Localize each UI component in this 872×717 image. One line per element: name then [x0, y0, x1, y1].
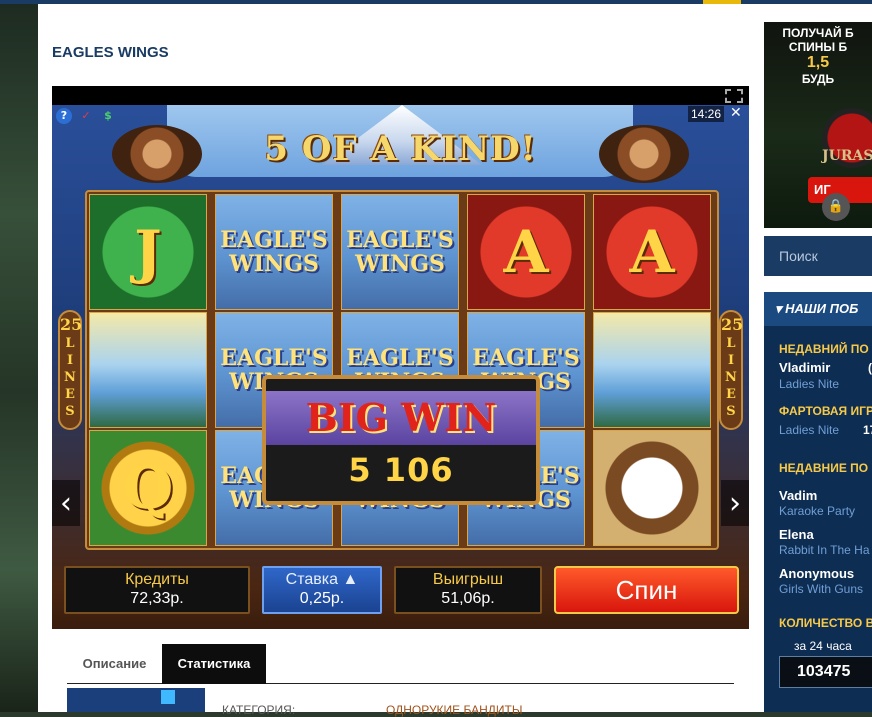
tab-description[interactable]: Описание: [67, 644, 162, 684]
symbol-a: A: [593, 194, 711, 310]
close-icon[interactable]: ✕: [730, 105, 742, 121]
bet-label: Ставка ▲: [285, 571, 359, 588]
winner-game[interactable]: Karaoke Party: [779, 504, 855, 518]
count-value: 103475: [779, 656, 872, 688]
winners-header[interactable]: ▾ НАШИ ПОБ: [764, 292, 872, 326]
winners-widget: ▾ НАШИ ПОБ НЕДАВНИЙ ПО Vladimir ( Ladies…: [764, 292, 872, 712]
game-thumbnail: [67, 688, 205, 712]
check-icon[interactable]: ✓: [78, 108, 94, 124]
bet-value: 0,25р.: [299, 590, 345, 607]
promo-banner[interactable]: ПОЛУЧАЙ Б СПИНЫ Б 1,5 БУДЬ JURASS ИГ 🔒: [764, 22, 872, 228]
symbol-label: EAGLE'S WINGS: [220, 227, 328, 277]
winner-name: Vadim: [779, 488, 818, 503]
page-title: EAGLES WINGS: [52, 44, 169, 61]
game-menu-icons: ? ✓ $: [56, 108, 116, 124]
recent-winner-game[interactable]: Ladies Nite: [779, 377, 839, 391]
count-period: за 24 часа: [794, 639, 852, 653]
win-value: 51,06р.: [441, 590, 495, 607]
info-category-value[interactable]: ОДНОРУКИЕ БАНДИТЫ: [386, 703, 523, 717]
symbol-a: A: [467, 194, 585, 310]
lines-indicator-right: 25 L I N E S: [719, 310, 743, 430]
info-category-label: КАТЕГОРИЯ:: [222, 703, 296, 717]
big-win-amount: 5 106: [348, 451, 454, 489]
count-label: КОЛИЧЕСТВО В: [779, 616, 872, 630]
recent-wins-label: НЕДАВНИЕ ПО: [779, 461, 869, 475]
symbol-label: A: [503, 218, 549, 286]
lucky-game[interactable]: Ladies Nite: [779, 423, 839, 437]
recent-winner-name: Vladimir: [779, 360, 831, 375]
symbol-label: A: [629, 218, 675, 286]
symbol-q: Q: [89, 430, 207, 546]
promo-amount: 1,5: [806, 54, 830, 71]
credits-label: Кредиты: [125, 571, 189, 588]
cube-icon: [161, 690, 175, 704]
game-scene: 5 OF A KIND! 25 L I N E S 25 L I N E S J Q EAGLE'S…: [52, 105, 749, 629]
symbol-eagle-landscape: [89, 312, 207, 428]
credits-value: 72,33р.: [130, 590, 184, 607]
bet-button[interactable]: Ставка ▲ 0,25р.: [262, 566, 382, 614]
winner-name: Elena: [779, 527, 814, 542]
dollar-icon[interactable]: $: [100, 108, 116, 124]
winner-game[interactable]: Girls With Guns: [779, 582, 863, 596]
big-win-title: BIG WIN: [305, 395, 497, 440]
symbol-eagle-landscape: [593, 312, 711, 428]
promo-line: БУДЬ: [801, 72, 835, 86]
info-tabs: Описание Статистика: [67, 644, 734, 684]
game-clock: 14:26: [688, 106, 725, 122]
winner-game[interactable]: Rabbit In The Ha: [779, 543, 870, 557]
prev-arrow-icon[interactable]: ‹: [52, 480, 80, 526]
symbol-j: J: [89, 194, 207, 310]
promo-brand: JURASS: [822, 148, 872, 164]
background-left: [0, 0, 38, 712]
lines-count: 25: [721, 315, 744, 334]
search-input[interactable]: Поиск: [764, 236, 872, 276]
symbol-label: EAGLE'S WINGS: [346, 227, 454, 277]
reel-5: A: [591, 192, 713, 548]
promo-line: СПИНЫ Б: [788, 40, 848, 54]
winner-name: Anonymous: [779, 566, 855, 581]
lucky-amount: 17: [863, 423, 872, 437]
tab-statistics[interactable]: Статистика: [162, 644, 266, 684]
lock-icon: 🔒: [822, 193, 850, 221]
win-headline: 5 OF A KIND!: [264, 129, 537, 169]
symbol-wild: EAGLE'S WINGS: [341, 194, 459, 310]
fullscreen-icon[interactable]: [725, 89, 743, 103]
promo-line: ПОЛУЧАЙ Б: [782, 26, 854, 40]
symbol-wild: EAGLE'S WINGS: [215, 194, 333, 310]
spin-button[interactable]: Спин: [554, 566, 739, 614]
lucky-game-label: ФАРТОВАЯ ИГР: [779, 404, 872, 418]
credits-panel: Кредиты 72,33р.: [64, 566, 250, 614]
recent-winner-amount: (: [868, 361, 872, 375]
recent-winner-label: НЕДАВНИЙ ПО: [779, 342, 869, 356]
help-icon[interactable]: ?: [56, 108, 72, 124]
reel-1: J Q: [87, 192, 209, 548]
game-window[interactable]: 5 OF A KIND! 25 L I N E S 25 L I N E S J Q EAGLE'S…: [52, 86, 749, 629]
symbol-label: Q: [122, 454, 174, 522]
win-label: Выигрыш: [432, 571, 504, 588]
game-toolbar: [52, 86, 749, 105]
lines-count: 25: [60, 315, 83, 334]
symbol-label: J: [134, 218, 162, 286]
lines-indicator-left: 25 L I N E S: [58, 310, 82, 430]
symbol-bald-eagle: [593, 430, 711, 546]
next-arrow-icon[interactable]: ›: [721, 480, 749, 526]
big-win-banner: BIG WIN 5 106: [262, 375, 540, 505]
win-panel: Выигрыш 51,06р.: [394, 566, 542, 614]
